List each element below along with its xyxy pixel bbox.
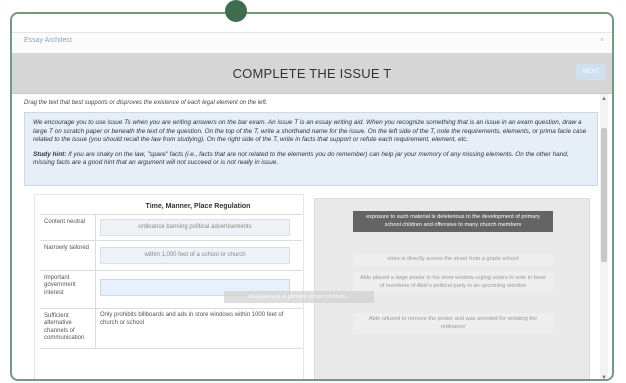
issue-t-card: Time, Manner, Place Regulation Content n…: [34, 194, 304, 379]
fact-card[interactable]: store is directly across the street from…: [353, 253, 553, 267]
study-hint: Study hint: If you are shaky on the law,…: [33, 151, 589, 168]
fact-card[interactable]: Able placed a large poster in his store …: [353, 272, 553, 294]
facts-panel: exposure to such material is deleterious…: [314, 198, 590, 379]
instructions-text: Drag the text that best supports or disp…: [24, 100, 268, 106]
table-row: Content neutral ordinance banning politi…: [40, 215, 302, 241]
study-hint-text: If you are shaky on the law, "spare" fac…: [33, 150, 569, 167]
table-row: Sufficient alternative channels of commu…: [40, 309, 302, 349]
progress-dot: [225, 0, 247, 22]
dropped-fact[interactable]: within 1,000 feet of a school or church: [100, 247, 290, 264]
scroll-thumb[interactable]: [601, 128, 607, 262]
table-row: Important government interest: [40, 271, 302, 309]
info-paragraph: We encourage you to use issue Ts when yo…: [33, 119, 587, 144]
drop-target[interactable]: Only prohibits billboards and ads in sto…: [100, 312, 298, 327]
drop-target[interactable]: within 1,000 feet of a school or church: [100, 245, 298, 264]
study-hint-label: Study hint:: [33, 150, 67, 158]
scroll-down-icon[interactable]: ▼: [600, 375, 608, 379]
next-button[interactable]: NEXT: [576, 64, 606, 80]
app-name: Essay Architect: [24, 37, 72, 44]
element-label: Sufficient alternative channels of commu…: [40, 309, 96, 348]
table-row: Narrowly tailored within 1,000 feet of a…: [40, 241, 302, 271]
dropped-fact[interactable]: Only prohibits billboards and ads in sto…: [100, 312, 298, 327]
issue-heading: Time, Manner, Place Regulation: [145, 203, 251, 210]
fact-card-selected[interactable]: exposure to such material is deleterious…: [353, 211, 553, 233]
app-window: Essay Architect × COMPLETE THE ISSUE T N…: [10, 12, 614, 381]
app-bar: Essay Architect ×: [12, 32, 612, 54]
element-label: Narrowly tailored: [40, 241, 96, 270]
info-box: We encourage you to use issue Ts when yo…: [24, 112, 598, 186]
page-title: COMPLETE THE ISSUE T: [232, 66, 392, 81]
element-label: Content neutral: [40, 215, 96, 240]
scroll-up-icon[interactable]: ▲: [600, 96, 608, 102]
dropped-fact[interactable]: ordinance banning political advertisemen…: [100, 219, 290, 236]
fact-card[interactable]: Able refused to remove the poster and wa…: [353, 313, 553, 335]
close-icon[interactable]: ×: [600, 37, 604, 44]
main-content: Drag the text that best supports or disp…: [12, 94, 608, 379]
element-label: Important government interest: [40, 271, 96, 308]
drop-target[interactable]: ordinance banning political advertisemen…: [100, 219, 298, 236]
title-bar: COMPLETE THE ISSUE T NEXT: [12, 53, 612, 94]
scrollbar[interactable]: ▲ ▼: [600, 94, 608, 379]
dragging-fact-ghost[interactable]: development of primary school children..…: [224, 291, 374, 303]
issue-table: Content neutral ordinance banning politi…: [40, 214, 302, 349]
